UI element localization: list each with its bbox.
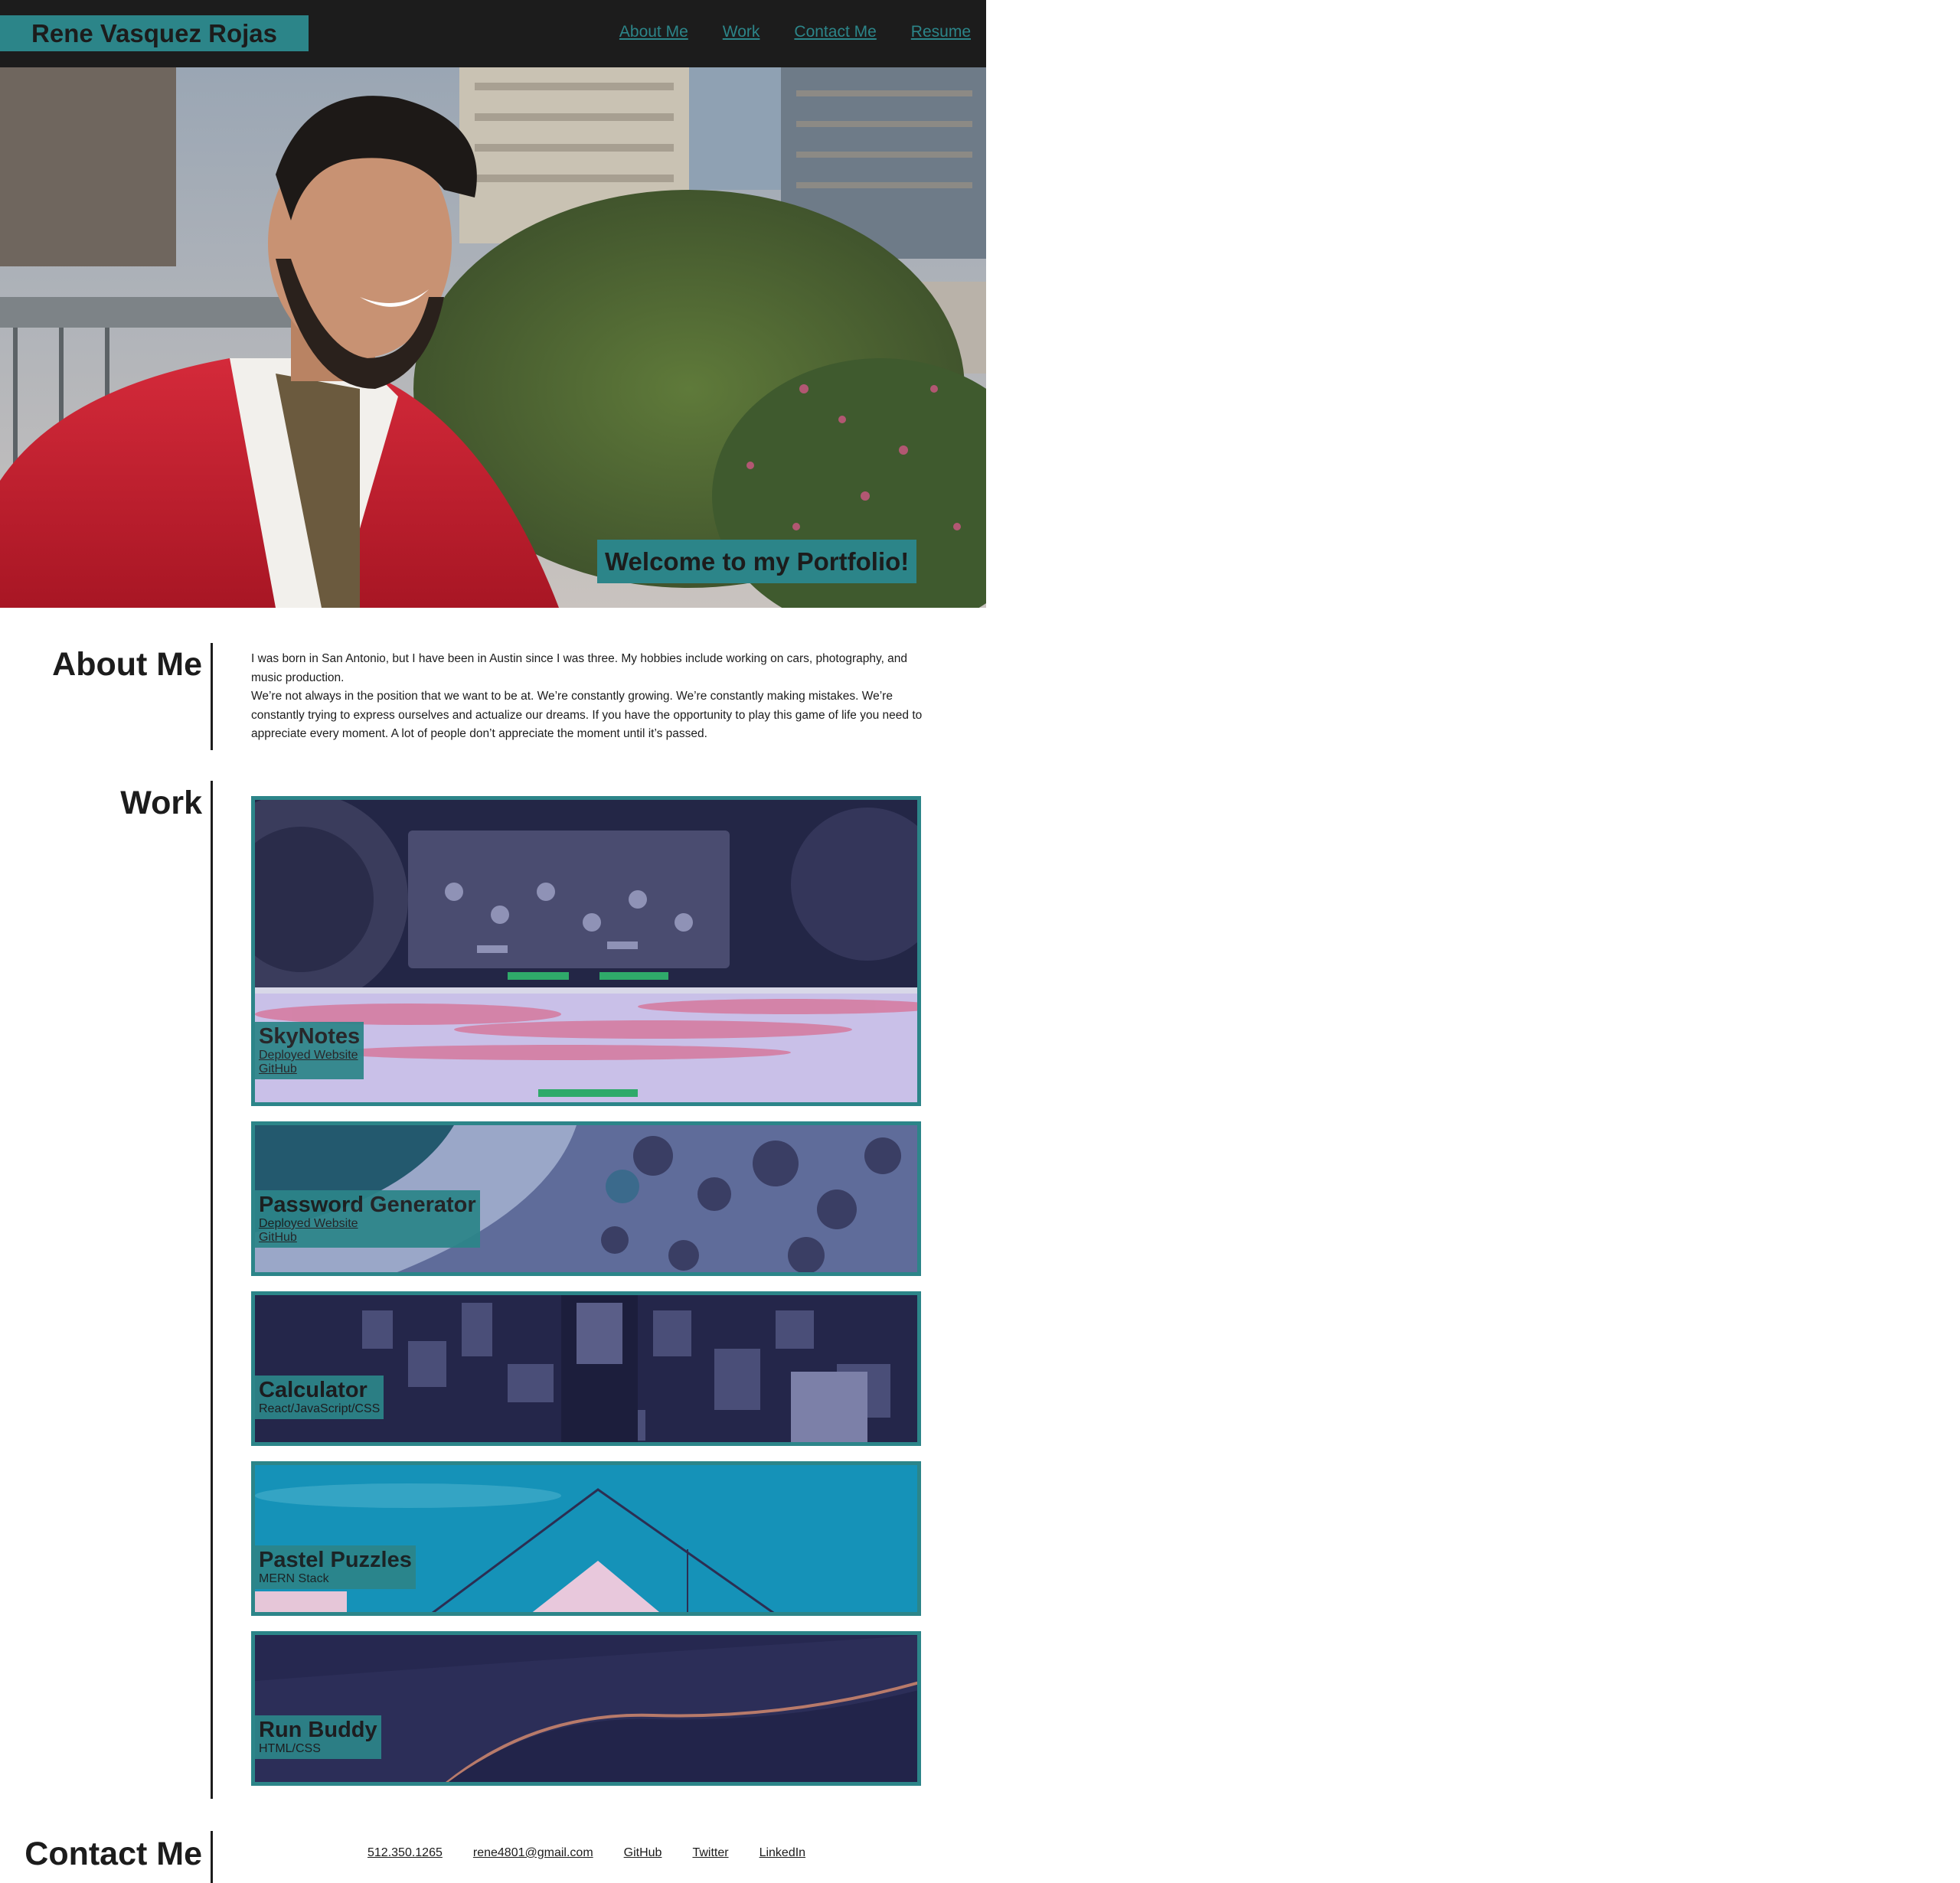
project-label: Run Buddy HTML/CSS [255,1715,381,1759]
project-label: Calculator React/JavaScript/CSS [255,1376,384,1419]
project-image [255,1635,917,1782]
twitter-link[interactable]: Twitter [692,1846,728,1860]
nav-resume[interactable]: Resume [911,23,971,41]
project-image [255,1465,917,1612]
github-link[interactable]: GitHub [259,1062,360,1076]
welcome-banner: Welcome to my Portfolio! [597,540,917,583]
project-card-password-generator[interactable]: Password Generator Deployed Website GitH… [251,1121,921,1276]
brand-name: Rene Vasquez Rojas [0,15,309,51]
about-divider [211,643,213,750]
project-title: Password Generator [259,1193,476,1217]
site-header: Rene Vasquez Rojas About Me Work Contact… [0,0,986,67]
project-label: Password Generator Deployed Website GitH… [255,1190,480,1248]
work-heading: Work [120,785,202,821]
about-paragraph: I was born in San Antonio, but I have be… [251,652,908,684]
deployed-website-link[interactable]: Deployed Website [259,1049,360,1062]
main-nav: About Me Work Contact Me Resume [619,23,971,41]
github-link[interactable]: GitHub [624,1846,662,1860]
hero-photo [0,67,986,608]
project-stack: React/JavaScript/CSS [259,1402,381,1415]
project-card-pastel-puzzles[interactable]: Pastel Puzzles MERN Stack [251,1461,921,1616]
nav-contact-me[interactable]: Contact Me [794,23,876,41]
project-card-skynotes[interactable]: SkyNotes Deployed Website GitHub [251,796,921,1106]
linkedin-link[interactable]: LinkedIn [760,1846,806,1860]
project-title: Calculator [259,1378,368,1402]
about-text: I was born in San Antonio, but I have be… [251,650,925,744]
project-title: Pastel Puzzles [259,1548,412,1572]
phone-link[interactable]: 512.350.1265 [368,1846,443,1860]
about-paragraph: We’re not always in the position that we… [251,690,923,740]
project-label: Pastel Puzzles MERN Stack [255,1545,416,1589]
contact-links: 512.350.1265 rene4801@gmail.com GitHub T… [368,1846,805,1860]
project-stack: HTML/CSS [259,1742,321,1755]
nav-about-me[interactable]: About Me [619,23,688,41]
project-title: Run Buddy [259,1718,377,1742]
project-image [255,1295,917,1442]
contact-divider [211,1831,213,1883]
github-link[interactable]: GitHub [259,1231,476,1245]
about-heading: About Me [52,646,202,683]
hero-banner: Welcome to my Portfolio! [0,67,986,608]
project-stack: MERN Stack [259,1572,329,1585]
work-divider [211,781,213,1799]
project-label: SkyNotes Deployed Website GitHub [255,1022,364,1079]
nav-work[interactable]: Work [723,23,760,41]
email-link[interactable]: rene4801@gmail.com [473,1846,593,1860]
contact-heading: Contact Me [24,1836,202,1872]
project-card-run-buddy[interactable]: Run Buddy HTML/CSS [251,1631,921,1786]
project-title: SkyNotes [259,1024,361,1049]
project-card-calculator[interactable]: Calculator React/JavaScript/CSS [251,1291,921,1446]
deployed-website-link[interactable]: Deployed Website [259,1217,476,1231]
